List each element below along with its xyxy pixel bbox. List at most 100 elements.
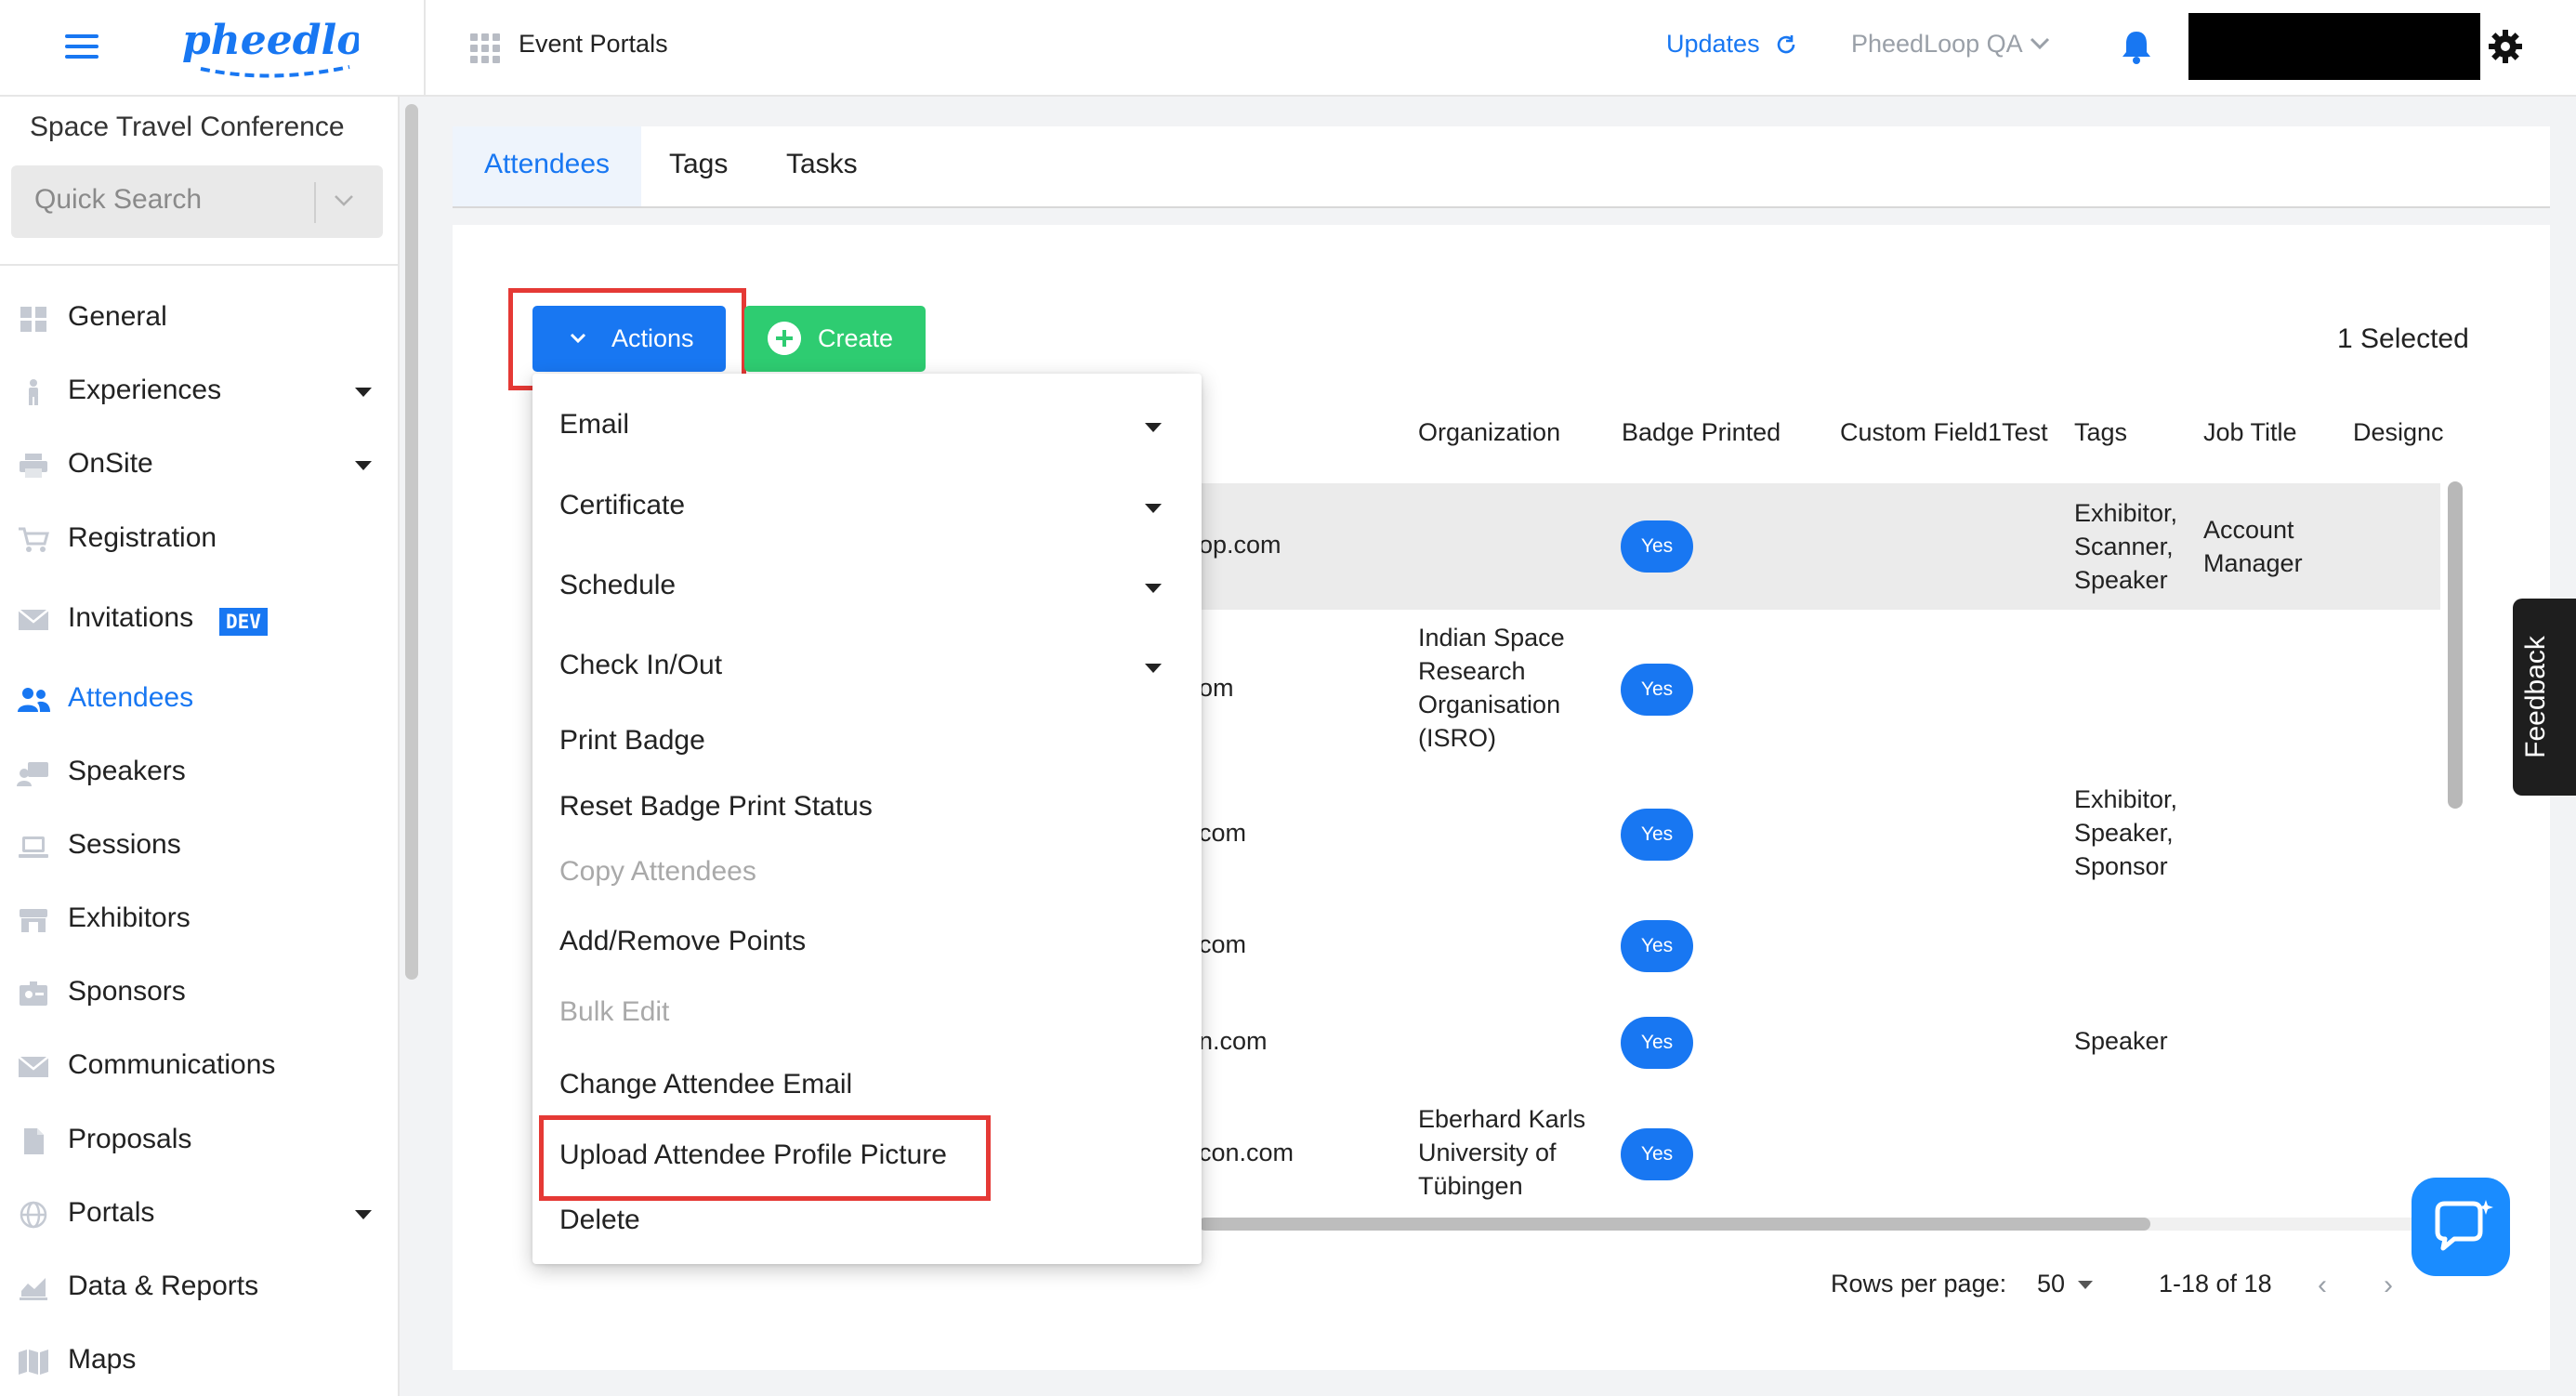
column-header-tags[interactable]: Tags	[2074, 418, 2127, 447]
sidebar-item-onsite[interactable]: OnSite	[0, 433, 398, 498]
table-horizontal-scrollbar[interactable]	[1199, 1218, 2150, 1231]
caret-down-icon[interactable]	[355, 388, 372, 397]
badge-printed-yes: Yes	[1621, 1128, 1693, 1180]
chat-bubble-icon[interactable]	[2412, 1178, 2510, 1276]
sidebar-item-communications[interactable]: Communications	[0, 1034, 398, 1100]
feedback-label[interactable]: Feedback	[2520, 599, 2552, 796]
sidebar-item-sponsors[interactable]: Sponsors	[0, 961, 398, 1026]
previous-page-button[interactable]: ‹	[2318, 1270, 2327, 1301]
sidebar-item-maps[interactable]: Maps	[0, 1329, 398, 1394]
tabs-bar	[453, 126, 2550, 208]
caret-down-icon[interactable]	[1145, 584, 1162, 593]
sidebar-item-experiences[interactable]: Experiences	[0, 360, 398, 425]
caret-down-icon[interactable]	[355, 461, 372, 470]
caret-down-icon[interactable]	[2078, 1281, 2093, 1289]
org-select[interactable]: PheedLoop QA	[1851, 30, 2023, 59]
menu-item-certificate[interactable]: Certificate	[559, 490, 685, 521]
email-cell: com	[1199, 819, 1247, 847]
sidebar-scrollbar[interactable]	[405, 104, 418, 980]
chat-button[interactable]	[2412, 1178, 2510, 1276]
sidebar-item-label: Data & Reports	[68, 1271, 259, 1301]
column-header-badge-printed[interactable]: Badge Printed	[1622, 418, 1781, 447]
sidebar-item-label: Communications	[68, 1049, 276, 1080]
sidebar-item-proposals[interactable]: Proposals	[0, 1109, 398, 1174]
caret-down-icon[interactable]	[1145, 664, 1162, 673]
column-header-designation[interactable]: Designc	[2353, 418, 2446, 447]
person-icon	[29, 379, 38, 405]
badge-printed-yes: Yes	[1621, 809, 1693, 861]
tab-attendees[interactable]: Attendees	[453, 126, 641, 206]
rows-per-page-select[interactable]: 50	[2037, 1270, 2065, 1298]
refresh-icon[interactable]	[1775, 33, 1797, 56]
job-title-cell: Account	[2203, 516, 2294, 544]
envelope-icon	[18, 1056, 49, 1077]
gear-icon[interactable]	[2487, 28, 2524, 65]
sidebar-item-sessions[interactable]: Sessions	[0, 814, 398, 879]
sidebar-item-label: Proposals	[68, 1124, 192, 1154]
tags-cell: Speaker	[2074, 566, 2168, 594]
topbar-divider	[424, 0, 426, 97]
sidebar-item-registration[interactable]: Registration	[0, 507, 398, 573]
chevron-down-icon[interactable]	[333, 193, 355, 208]
menu-item-add-remove-points[interactable]: Add/Remove Points	[559, 926, 806, 957]
organization-cell: Organisation	[1418, 691, 1561, 718]
sidebar-item-data-reports[interactable]: Data & Reports	[0, 1256, 398, 1321]
email-cell: op.com	[1199, 531, 1281, 559]
menu-item-schedule[interactable]: Schedule	[559, 570, 676, 601]
menu-item-change-attendee-email[interactable]: Change Attendee Email	[559, 1069, 852, 1100]
badge-printed-yes: Yes	[1621, 920, 1693, 972]
sidebar-item-label: Attendees	[68, 682, 194, 713]
sidebar-item-label: Sessions	[68, 829, 181, 860]
pheedloop-logo[interactable]: pheedloop	[182, 9, 359, 86]
column-header-job-title[interactable]: Job Title	[2203, 418, 2297, 447]
plus-circle-icon[interactable]	[768, 322, 801, 355]
grid-icon[interactable]	[470, 33, 500, 63]
tags-cell: Sponsor	[2074, 852, 2168, 880]
badge-printed-yes: Yes	[1621, 664, 1693, 716]
menu-item-email[interactable]: Email	[559, 409, 629, 441]
menu-item-print-badge[interactable]: Print Badge	[559, 725, 705, 757]
document-icon	[24, 1128, 44, 1154]
job-title-cell: Manager	[2203, 549, 2303, 577]
hamburger-icon[interactable]	[65, 28, 99, 65]
quick-search-placeholder[interactable]: Quick Search	[34, 184, 202, 216]
dashboard-icon	[20, 307, 46, 332]
selected-count: 1 Selected	[2337, 323, 2469, 354]
menu-item-reset-badge-print-status[interactable]: Reset Badge Print Status	[559, 791, 873, 823]
caret-down-icon[interactable]	[1145, 504, 1162, 513]
table-vertical-scrollbar[interactable]	[2448, 481, 2463, 809]
tab-tags[interactable]: Tags	[669, 126, 728, 206]
next-page-button[interactable]: ›	[2384, 1270, 2393, 1301]
create-button-label[interactable]: Create	[818, 324, 893, 353]
sidebar-item-label: Sponsors	[68, 976, 186, 1007]
email-cell: con.com	[1199, 1139, 1295, 1166]
sidebar-item-portals[interactable]: Portals	[0, 1182, 398, 1247]
menu-item-copy-attendees: Copy Attendees	[559, 856, 756, 887]
portal-title[interactable]: Event Portals	[519, 30, 668, 59]
chevron-down-icon[interactable]	[2030, 35, 2050, 52]
sidebar-item-speakers[interactable]: Speakers	[0, 741, 398, 806]
caret-down-icon[interactable]	[1145, 423, 1162, 432]
sidebar-item-attendees[interactable]: Attendees	[0, 667, 398, 732]
tags-cell: Speaker	[2074, 1027, 2168, 1055]
email-cell: n.com	[1199, 1027, 1268, 1055]
tags-cell: Scanner,	[2074, 533, 2174, 560]
tab-tasks[interactable]: Tasks	[786, 126, 858, 206]
sidebar-item-exhibitors[interactable]: Exhibitors	[0, 888, 398, 953]
user-menu-redacted[interactable]	[2188, 13, 2480, 80]
column-header-organization[interactable]: Organization	[1418, 418, 1560, 447]
sidebar-item-label: Exhibitors	[68, 902, 191, 933]
sidebar-item-invitations[interactable]: Invitations DEV	[0, 587, 398, 652]
sidebar-item-label: Portals	[68, 1197, 155, 1228]
caret-down-icon[interactable]	[355, 1210, 372, 1219]
sidebar-item-label: OnSite	[68, 448, 153, 479]
bell-icon[interactable]	[2120, 28, 2153, 65]
email-cell: om	[1199, 674, 1234, 702]
badge-printed-yes: Yes	[1621, 1017, 1693, 1069]
sidebar-item-general[interactable]: General	[0, 286, 398, 351]
menu-item-delete[interactable]: Delete	[559, 1205, 640, 1236]
menu-item-check-in-out[interactable]: Check In/Out	[559, 650, 722, 681]
rows-per-page-label: Rows per page:	[1831, 1270, 2007, 1297]
column-header-custom-field[interactable]: Custom Field1Test	[1840, 418, 2048, 447]
updates-link[interactable]: Updates	[1666, 30, 1760, 59]
